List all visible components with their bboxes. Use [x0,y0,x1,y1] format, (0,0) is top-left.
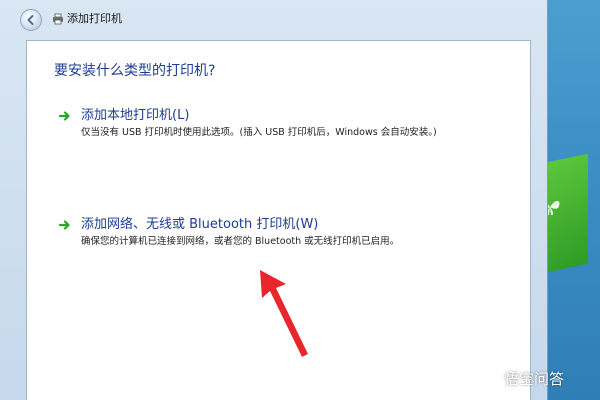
green-right-arrow-icon [59,111,70,121]
back-button[interactable] [20,9,42,31]
add-local-printer-option[interactable]: 添加本地打印机(L) 仅当没有 USB 打印机时使用此选项。(插入 USB 打印… [59,107,489,143]
printer-icon [53,13,63,25]
title-bar: 添加打印机 [0,0,548,40]
option-description: 仅当没有 USB 打印机时使用此选项。(插入 USB 打印机后，Windows … [81,127,437,138]
watermark-text: 悟空问答 [504,369,565,388]
option-title: 添加本地打印机(L) [81,108,190,123]
chat-bubble-logo [476,370,500,388]
watermark: 悟空问答 [476,366,564,390]
option-description: 确保您的计算机已连接到网络，或者您的 Bluetooth 或无线打印机已启用。 [81,236,400,247]
back-arrow-icon [27,15,34,25]
desktop: 添加打印机 要安装什么类型的打印机? 添加本地打印机(L) 仅当没有 USB 打… [0,0,600,400]
window-title: 添加打印机 [67,12,122,25]
green-right-arrow-icon [59,220,70,230]
option-title: 添加网络、无线或 Bluetooth 打印机(W) [81,217,319,232]
page-heading: 要安装什么类型的打印机? [54,63,216,79]
add-network-printer-option[interactable]: 添加网络、无线或 Bluetooth 打印机(W) 确保您的计算机已连接到网络，… [59,216,489,252]
red-pointer-arrow [260,270,308,357]
